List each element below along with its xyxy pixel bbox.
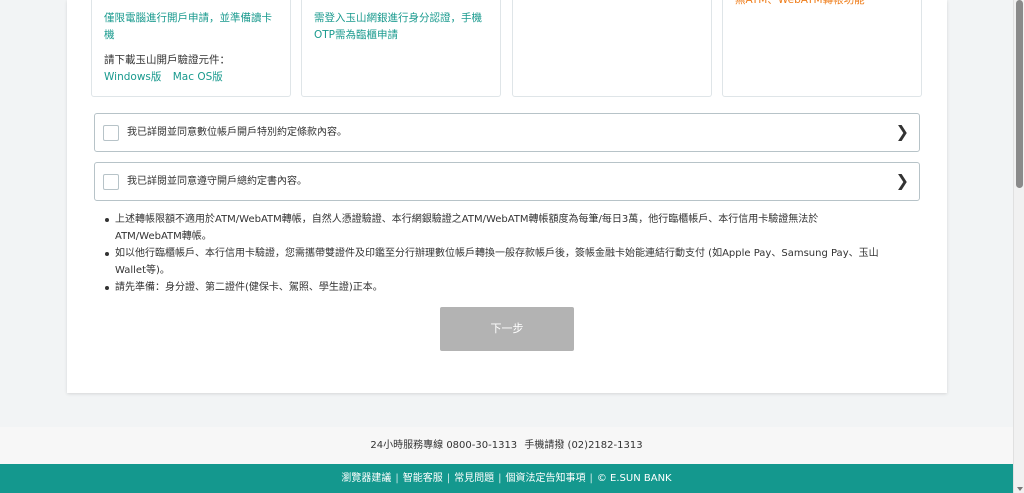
note-line: 請先準備：身分證、第二證件(健保卡、駕照、學生證)正本。 [115, 282, 383, 293]
note-line: 上述轉帳限額不適用於ATM/WebATM轉帳，自然人憑證驗證、本行網銀驗證之AT… [115, 214, 819, 225]
scrollbar-thumb[interactable] [1016, 0, 1023, 188]
info-line: 需登入玉山網銀進行身分認證，手機 [314, 12, 482, 24]
footer-separator: | [446, 473, 451, 484]
agreement-checkbox[interactable] [103, 125, 119, 141]
agreement-checkbox[interactable] [103, 174, 119, 190]
info-line: 機 [104, 29, 115, 41]
note-line: ATM/WebATM轉帳。 [115, 231, 212, 242]
note-item: 如以他行臨櫃帳戶、本行信用卡驗證，您需攜帶雙證件及印鑑至分行辦理數位帳戶轉換一般… [100, 245, 925, 279]
note-item: 請先準備：身分證、第二證件(健保卡、駕照、學生證)正本。 [100, 279, 925, 296]
footer-separator: | [395, 473, 399, 484]
mobile-hotline-text: 手機請撥 (02)2182-1313 [524, 440, 643, 451]
footer-separator: | [589, 473, 593, 484]
agreement-label: 我已詳閱並同意遵守開戶總約定書內容。 [127, 176, 307, 187]
footer-link-browser[interactable]: 瀏覽器建議 [341, 473, 391, 484]
info-box-atm [722, 0, 922, 97]
note-item: 上述轉帳限額不適用於ATM/WebATM轉帳，自然人憑證驗證、本行網銀驗證之AT… [100, 211, 925, 245]
agreement-label: 我已詳閱並同意數位帳戶開戶特別約定條款內容。 [127, 127, 347, 138]
info-line: 無ATM、WebATM轉帳功能 [735, 0, 865, 6]
footer-link-faq[interactable]: 常見問題 [454, 473, 494, 484]
notes-list: 上述轉帳限額不適用於ATM/WebATM轉帳，自然人憑證驗證、本行網銀驗證之AT… [100, 211, 925, 296]
info-line: OTP需為臨櫃申請 [314, 29, 399, 41]
info-box-empty [512, 0, 712, 97]
footer-link-smart-service[interactable]: 智能客服 [403, 473, 443, 484]
download-links: Windows版 Mac OS版 [104, 69, 231, 86]
windows-download-link[interactable]: Windows版 [104, 71, 161, 83]
chevron-right-icon[interactable]: ❯ [896, 172, 909, 190]
info-box-computer-text: 僅限電腦進行開戶申請，並準備讀卡 機 [104, 10, 272, 44]
footer-link-privacy[interactable]: 個資法定告知事項 [506, 473, 586, 484]
footer: 瀏覽器建議 | 智能客服 | 常見問題 | 個資法定告知事項 | © E.SUN BANK [0, 464, 1013, 493]
info-line: 僅限電腦進行開戶申請，並準備讀卡 [104, 12, 272, 24]
chevron-right-icon[interactable]: ❯ [896, 123, 909, 141]
hotline-text: 24小時服務專線 0800-30-1313 [370, 440, 518, 451]
scroll-down-arrow-icon[interactable] [1017, 487, 1023, 491]
footer-copyright: © E.SUN BANK [596, 473, 672, 484]
agreement-special-terms[interactable]: 我已詳閱並同意數位帳戶開戶特別約定條款內容。 ❯ [94, 113, 920, 152]
download-label: 請下載玉山開戶驗證元件： [104, 54, 230, 66]
note-line: Wallet等)。 [115, 265, 170, 276]
service-bar: 24小時服務專線 0800-30-1313 手機請撥 (02)2182-1313 [0, 427, 1013, 464]
mac-download-link[interactable]: Mac OS版 [173, 71, 223, 83]
note-line: 如以他行臨櫃帳戶、本行信用卡驗證，您需攜帶雙證件及印鑑至分行辦理數位帳戶轉換一般… [115, 248, 879, 259]
next-step-button[interactable]: 下一步 [440, 307, 574, 351]
info-box-atm-text: 無ATM、WebATM轉帳功能 [735, 0, 865, 9]
footer-separator: | [498, 473, 502, 484]
info-box-netbank-text: 需登入玉山網銀進行身分認證，手機 OTP需為臨櫃申請 [314, 10, 482, 44]
page-scrollbar[interactable] [1013, 0, 1024, 493]
agreement-general-terms[interactable]: 我已詳閱並同意遵守開戶總約定書內容。 ❯ [94, 162, 920, 201]
